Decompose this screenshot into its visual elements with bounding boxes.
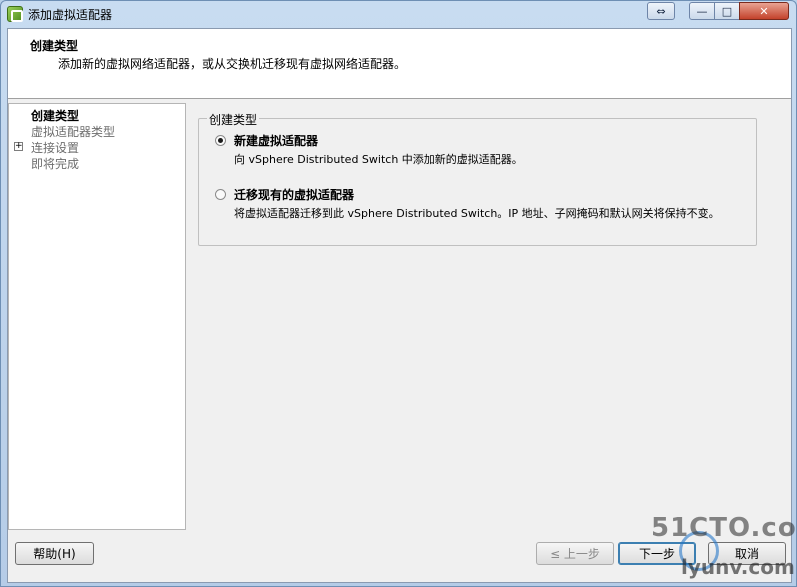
next-button-label: 下一步 — [638, 547, 675, 561]
minimize-icon: — — [696, 4, 708, 18]
watermark-lyunv: lyunv.com — [681, 555, 795, 579]
step-adapter-type[interactable]: 虚拟适配器类型 — [31, 123, 115, 140]
page-title: 创建类型 — [30, 39, 79, 53]
dialog-window: 添加虚拟适配器 ⇔ — □ ✕ 创建类型 添加新的虚拟网络适配器，或从交换机迁移… — [0, 0, 797, 587]
back-button-label: ≤ 上一步 — [550, 547, 600, 561]
expand-icon[interactable]: + — [14, 142, 23, 151]
option-migrate-adapter-description: 将虚拟适配器迁移到此 vSphere Distributed Switch。IP… — [234, 207, 720, 220]
create-type-group: 创建类型 新建虚拟适配器 向 vSphere Distributed Switc… — [198, 111, 757, 246]
switch-window-button[interactable]: ⇔ — [647, 2, 675, 20]
back-button[interactable]: ≤ 上一步 — [536, 542, 614, 565]
radio-migrate-adapter[interactable] — [215, 189, 226, 200]
wizard-steps-pane: 创建类型 虚拟适配器类型 + 连接设置 即将完成 — [8, 103, 186, 530]
step-connection-settings[interactable]: 连接设置 — [31, 139, 79, 156]
help-button-label: 帮助(H) — [33, 547, 76, 561]
window-title: 添加虚拟适配器 — [28, 8, 113, 22]
dialog-body: 创建类型 添加新的虚拟网络适配器，或从交换机迁移现有虚拟网络适配器。 创建类型 … — [7, 28, 792, 583]
maximize-icon: □ — [721, 4, 733, 18]
title-bar[interactable]: 添加虚拟适配器 ⇔ — □ ✕ — [1, 1, 796, 27]
wizard-header: 创建类型 添加新的虚拟网络适配器，或从交换机迁移现有虚拟网络适配器。 — [8, 29, 791, 99]
option-new-adapter-description: 向 vSphere Distributed Switch 中添加新的虚拟适配器。 — [234, 153, 523, 166]
step-ready-to-complete[interactable]: 即将完成 — [31, 155, 79, 172]
vsphere-app-icon — [7, 6, 23, 22]
switch-arrows-icon: ⇔ — [656, 4, 666, 18]
help-button[interactable]: 帮助(H) — [15, 542, 94, 565]
close-button[interactable]: ✕ — [739, 2, 789, 20]
radio-new-adapter[interactable] — [215, 135, 226, 146]
close-icon: ✕ — [759, 4, 769, 18]
watermark-51cto: 51CTO.com — [651, 513, 797, 543]
maximize-button[interactable]: □ — [714, 2, 740, 20]
group-legend: 创建类型 — [207, 111, 260, 128]
step-create-type[interactable]: 创建类型 — [31, 107, 79, 124]
minimize-button[interactable]: — — [689, 2, 715, 20]
page-description: 添加新的虚拟网络适配器，或从交换机迁移现有虚拟网络适配器。 — [58, 57, 407, 71]
option-migrate-adapter-label[interactable]: 迁移现有的虚拟适配器 — [234, 186, 354, 203]
option-new-adapter-label[interactable]: 新建虚拟适配器 — [234, 132, 318, 149]
